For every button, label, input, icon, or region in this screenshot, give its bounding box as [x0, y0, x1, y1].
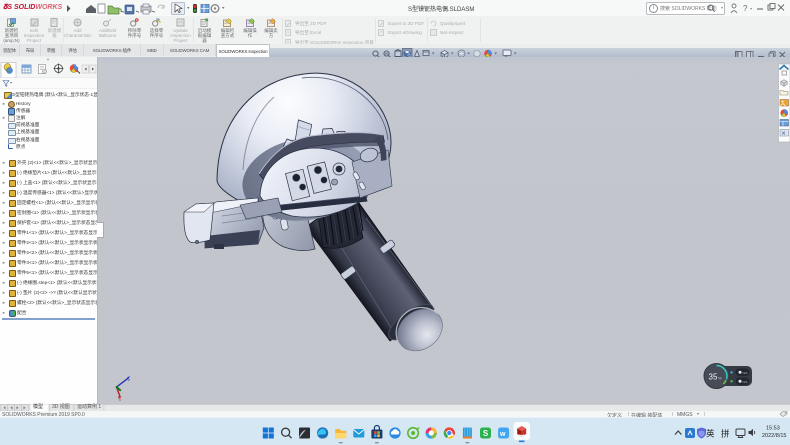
- svg-text:S: S: [483, 429, 489, 438]
- svg-text:x: x: [119, 397, 121, 402]
- svg-text:2022/8/15: 2022/8/15: [762, 433, 786, 439]
- svg-text:%: %: [718, 376, 722, 381]
- svg-text:拼: 拼: [721, 429, 730, 439]
- svg-text:35: 35: [709, 373, 718, 382]
- svg-text:z: z: [128, 377, 130, 382]
- svg-text:w: w: [499, 431, 506, 438]
- svg-text:?: ?: [743, 4, 748, 13]
- svg-text:英: 英: [706, 429, 715, 439]
- svg-text:N/A: N/A: [743, 380, 748, 384]
- svg-text:15:53: 15:53: [766, 426, 780, 432]
- svg-text:N/A: N/A: [743, 371, 748, 375]
